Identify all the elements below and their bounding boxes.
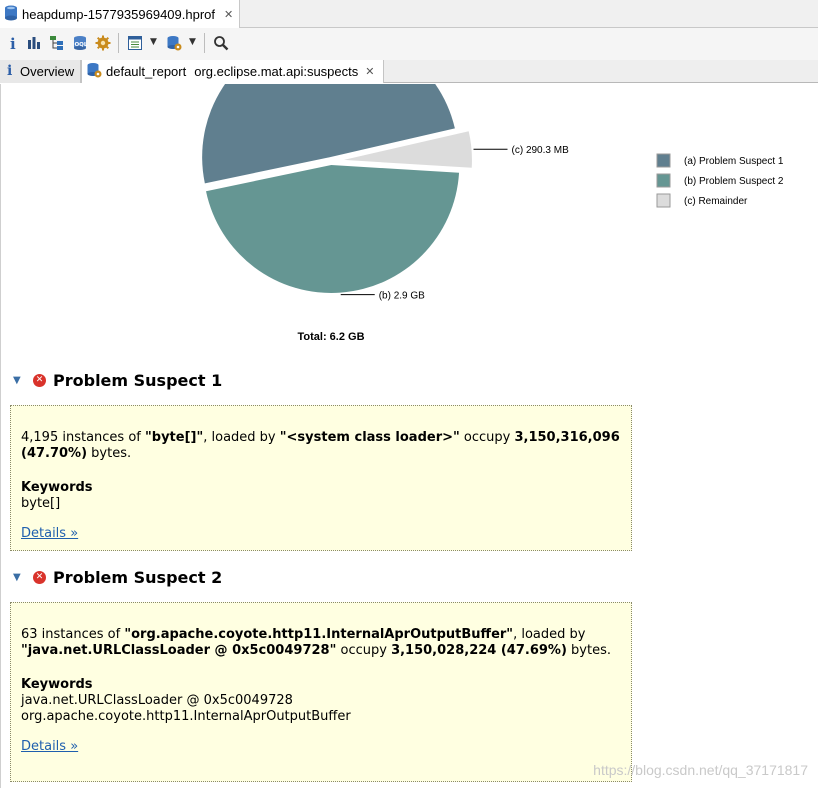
- watermark: https://blog.csdn.net/qq_37171817: [593, 762, 808, 778]
- dominator-tree-icon[interactable]: [47, 33, 67, 53]
- svg-text:i: i: [10, 35, 16, 51]
- desc-text: , loaded by: [513, 627, 586, 642]
- keywords-heading: Keywords: [21, 480, 93, 495]
- close-icon[interactable]: ✕: [224, 8, 233, 21]
- retained-bytes: 3,150,028,224 (47.69%): [391, 643, 567, 658]
- tab-report-name: default_report: [106, 64, 187, 79]
- pie-chart: (b) 2.9 GB (c) 290.3 MB Total: 6.2 GB (a)…: [202, 84, 784, 343]
- class-loader: "java.net.URLClassLoader @ 0x5c0049728": [21, 643, 337, 658]
- histogram-icon[interactable]: [24, 33, 44, 53]
- editor-tab-heapdump[interactable]: heapdump-1577935969409.hprof ✕: [0, 0, 240, 28]
- pie-slice-label: (c) 290.3 MB: [512, 145, 570, 156]
- tab-overview-label: Overview: [20, 64, 75, 79]
- suspect-1-header[interactable]: ▼ ✕ Problem Suspect 1: [13, 369, 222, 391]
- desc-text: instances of: [37, 627, 125, 642]
- desc-text: bytes.: [566, 643, 611, 658]
- keyword: org.apache.coyote.http11.InternalAprOutp…: [21, 709, 351, 724]
- desc-text: instances of: [58, 430, 145, 445]
- chevron-down-icon[interactable]: ▼: [150, 37, 157, 47]
- suspect-2-header[interactable]: ▼ ✕ Problem Suspect 2: [13, 566, 222, 588]
- heap-dump-icon: [4, 5, 18, 24]
- suspect-1-box: 4,195 instances of "byte[]", loaded by "…: [10, 405, 632, 551]
- close-icon[interactable]: ✕: [365, 65, 374, 78]
- class-name: "org.apache.coyote.http11.InternalAprOut…: [124, 627, 514, 642]
- suspect-2-box: 63 instances of "org.apache.coyote.http1…: [10, 602, 632, 782]
- editor-tab-label: heapdump-1577935969409.hprof: [22, 6, 216, 22]
- desc-text: , loaded by: [203, 430, 280, 445]
- details-link[interactable]: Details »: [21, 526, 78, 542]
- class-name: "byte[]": [145, 430, 204, 445]
- suspect-1-title: Problem Suspect 1: [53, 370, 223, 390]
- editor-tab-bar: heapdump-1577935969409.hprof ✕: [0, 0, 818, 28]
- pie-legend: (a) Problem Suspect 1 (b) Problem Suspect…: [656, 153, 784, 208]
- pie-slice-b: [206, 164, 460, 293]
- instance-count: 4,195: [21, 430, 59, 445]
- info-icon: i: [4, 62, 16, 81]
- suspect-1-description: 4,195 instances of "byte[]", loaded by "…: [21, 430, 621, 462]
- toolbar-separator: [118, 33, 119, 53]
- info-icon[interactable]: i: [2, 33, 22, 53]
- chevron-down-icon[interactable]: ▼: [13, 572, 27, 583]
- pie-total-label: Total: 6.2 GB: [297, 331, 364, 343]
- legend-swatch: [656, 173, 671, 188]
- report-content: (b) 2.9 GB (c) 290.3 MB Total: 6.2 GB (a)…: [0, 84, 818, 788]
- view-tab-bar: i Overview default_report org.eclipse.ma…: [0, 60, 818, 83]
- legend-swatch: [656, 193, 671, 208]
- instance-count: 63: [21, 627, 38, 642]
- toolbar: i OQL ▼ ▼: [0, 28, 818, 60]
- legend-swatch: [656, 153, 671, 168]
- error-icon: ✕: [33, 570, 46, 584]
- keyword: byte[]: [21, 496, 61, 511]
- search-icon[interactable]: [211, 33, 231, 53]
- keyword: java.net.URLClassLoader @ 0x5c0049728: [21, 693, 293, 708]
- thread-gear-icon[interactable]: [93, 33, 113, 53]
- pie-slice-label: (b) 2.9 GB: [379, 291, 425, 302]
- desc-text: occupy: [336, 643, 392, 658]
- tab-report-id: org.eclipse.mat.api:suspects: [194, 64, 359, 79]
- tab-default-report[interactable]: default_report org.eclipse.mat.api:suspe…: [81, 60, 384, 83]
- details-link[interactable]: Details »: [21, 739, 78, 755]
- toolbar-separator: [204, 33, 205, 53]
- chevron-down-icon[interactable]: ▼: [189, 37, 196, 47]
- error-icon: ✕: [33, 373, 46, 387]
- desc-text: occupy: [459, 430, 515, 445]
- suspect-2-description: 63 instances of "org.apache.coyote.http1…: [21, 627, 621, 659]
- class-loader: "<system class loader>": [279, 430, 460, 445]
- svg-text:i: i: [7, 63, 12, 78]
- tab-overview[interactable]: i Overview: [0, 60, 81, 83]
- desc-text: bytes.: [87, 446, 132, 461]
- legend-entry: (b) Problem Suspect 2: [684, 176, 784, 187]
- report-icon: [86, 62, 102, 81]
- legend-entry: (a) Problem Suspect 1: [684, 156, 784, 167]
- chevron-down-icon[interactable]: ▼: [13, 375, 27, 386]
- legend-entry: (c) Remainder: [684, 196, 748, 207]
- suspect-2-title: Problem Suspect 2: [53, 567, 223, 587]
- oql-icon[interactable]: OQL: [70, 33, 90, 53]
- keywords-heading: Keywords: [21, 677, 93, 692]
- heap-dump-overview-icon[interactable]: [164, 33, 184, 53]
- svg-text:OQL: OQL: [75, 42, 88, 48]
- query-browser-icon[interactable]: [125, 33, 145, 53]
